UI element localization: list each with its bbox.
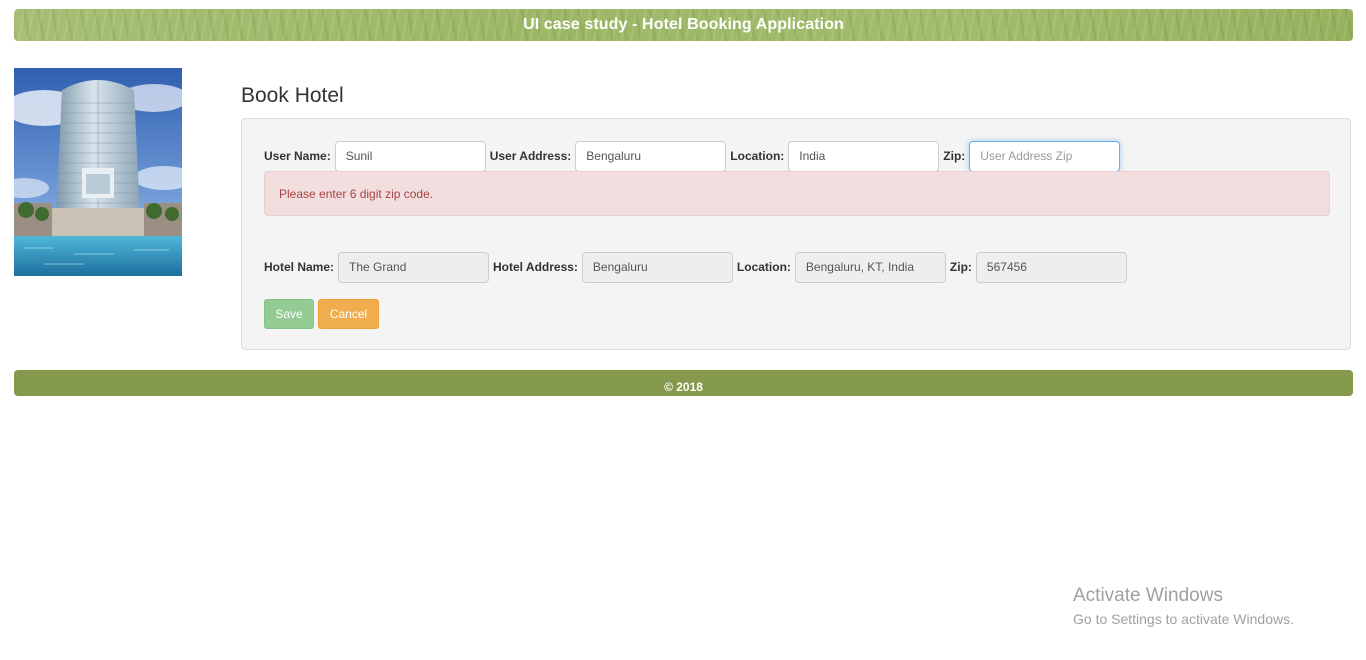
activate-windows-watermark: Activate Windows Go to Settings to activ… — [1073, 585, 1294, 629]
app-header: UI case study - Hotel Booking Applicatio… — [14, 9, 1353, 41]
user-name-input[interactable] — [334, 140, 486, 172]
hotel-address-label: Hotel Address: — [493, 260, 578, 274]
user-name-label: User Name: — [264, 149, 331, 163]
hotel-name-label: Hotel Name: — [264, 260, 335, 274]
app-title: UI case study - Hotel Booking Applicatio… — [523, 16, 844, 33]
alert-message: Please enter 6 digit zip code. — [279, 186, 434, 201]
hotel-location-input — [794, 251, 946, 283]
save-button[interactable]: Save — [264, 299, 314, 329]
user-location-label: Location: — [730, 149, 785, 163]
user-address-input[interactable] — [575, 140, 727, 172]
user-details-row: User Name: User Address: Location: Zip: — [264, 140, 1124, 172]
user-zip-input[interactable] — [969, 140, 1121, 172]
user-address-label: User Address: — [489, 149, 572, 163]
page-title: Book Hotel — [241, 84, 344, 107]
user-location-input[interactable] — [788, 140, 940, 172]
watermark-subtitle: Go to Settings to activate Windows. — [1073, 611, 1294, 627]
cancel-button[interactable]: Cancel — [318, 299, 379, 329]
booking-form-panel: User Name: User Address: Location: Zip: … — [241, 118, 1351, 350]
hotel-zip-input — [975, 251, 1127, 283]
hotel-name-input — [338, 251, 490, 283]
hotel-address-input — [581, 251, 733, 283]
hotel-zip-label: Zip: — [949, 260, 972, 274]
hotel-location-label: Location: — [736, 260, 791, 274]
copyright-text: © 2018 — [664, 380, 703, 394]
hotel-image — [14, 68, 182, 276]
app-footer: © 2018 — [14, 370, 1353, 396]
hotel-details-row: Hotel Name: Hotel Address: Location: Zip… — [264, 251, 1131, 283]
watermark-title: Activate Windows — [1073, 585, 1223, 606]
user-zip-label: Zip: — [943, 149, 966, 163]
zip-validation-alert: Please enter 6 digit zip code. — [264, 171, 1330, 216]
